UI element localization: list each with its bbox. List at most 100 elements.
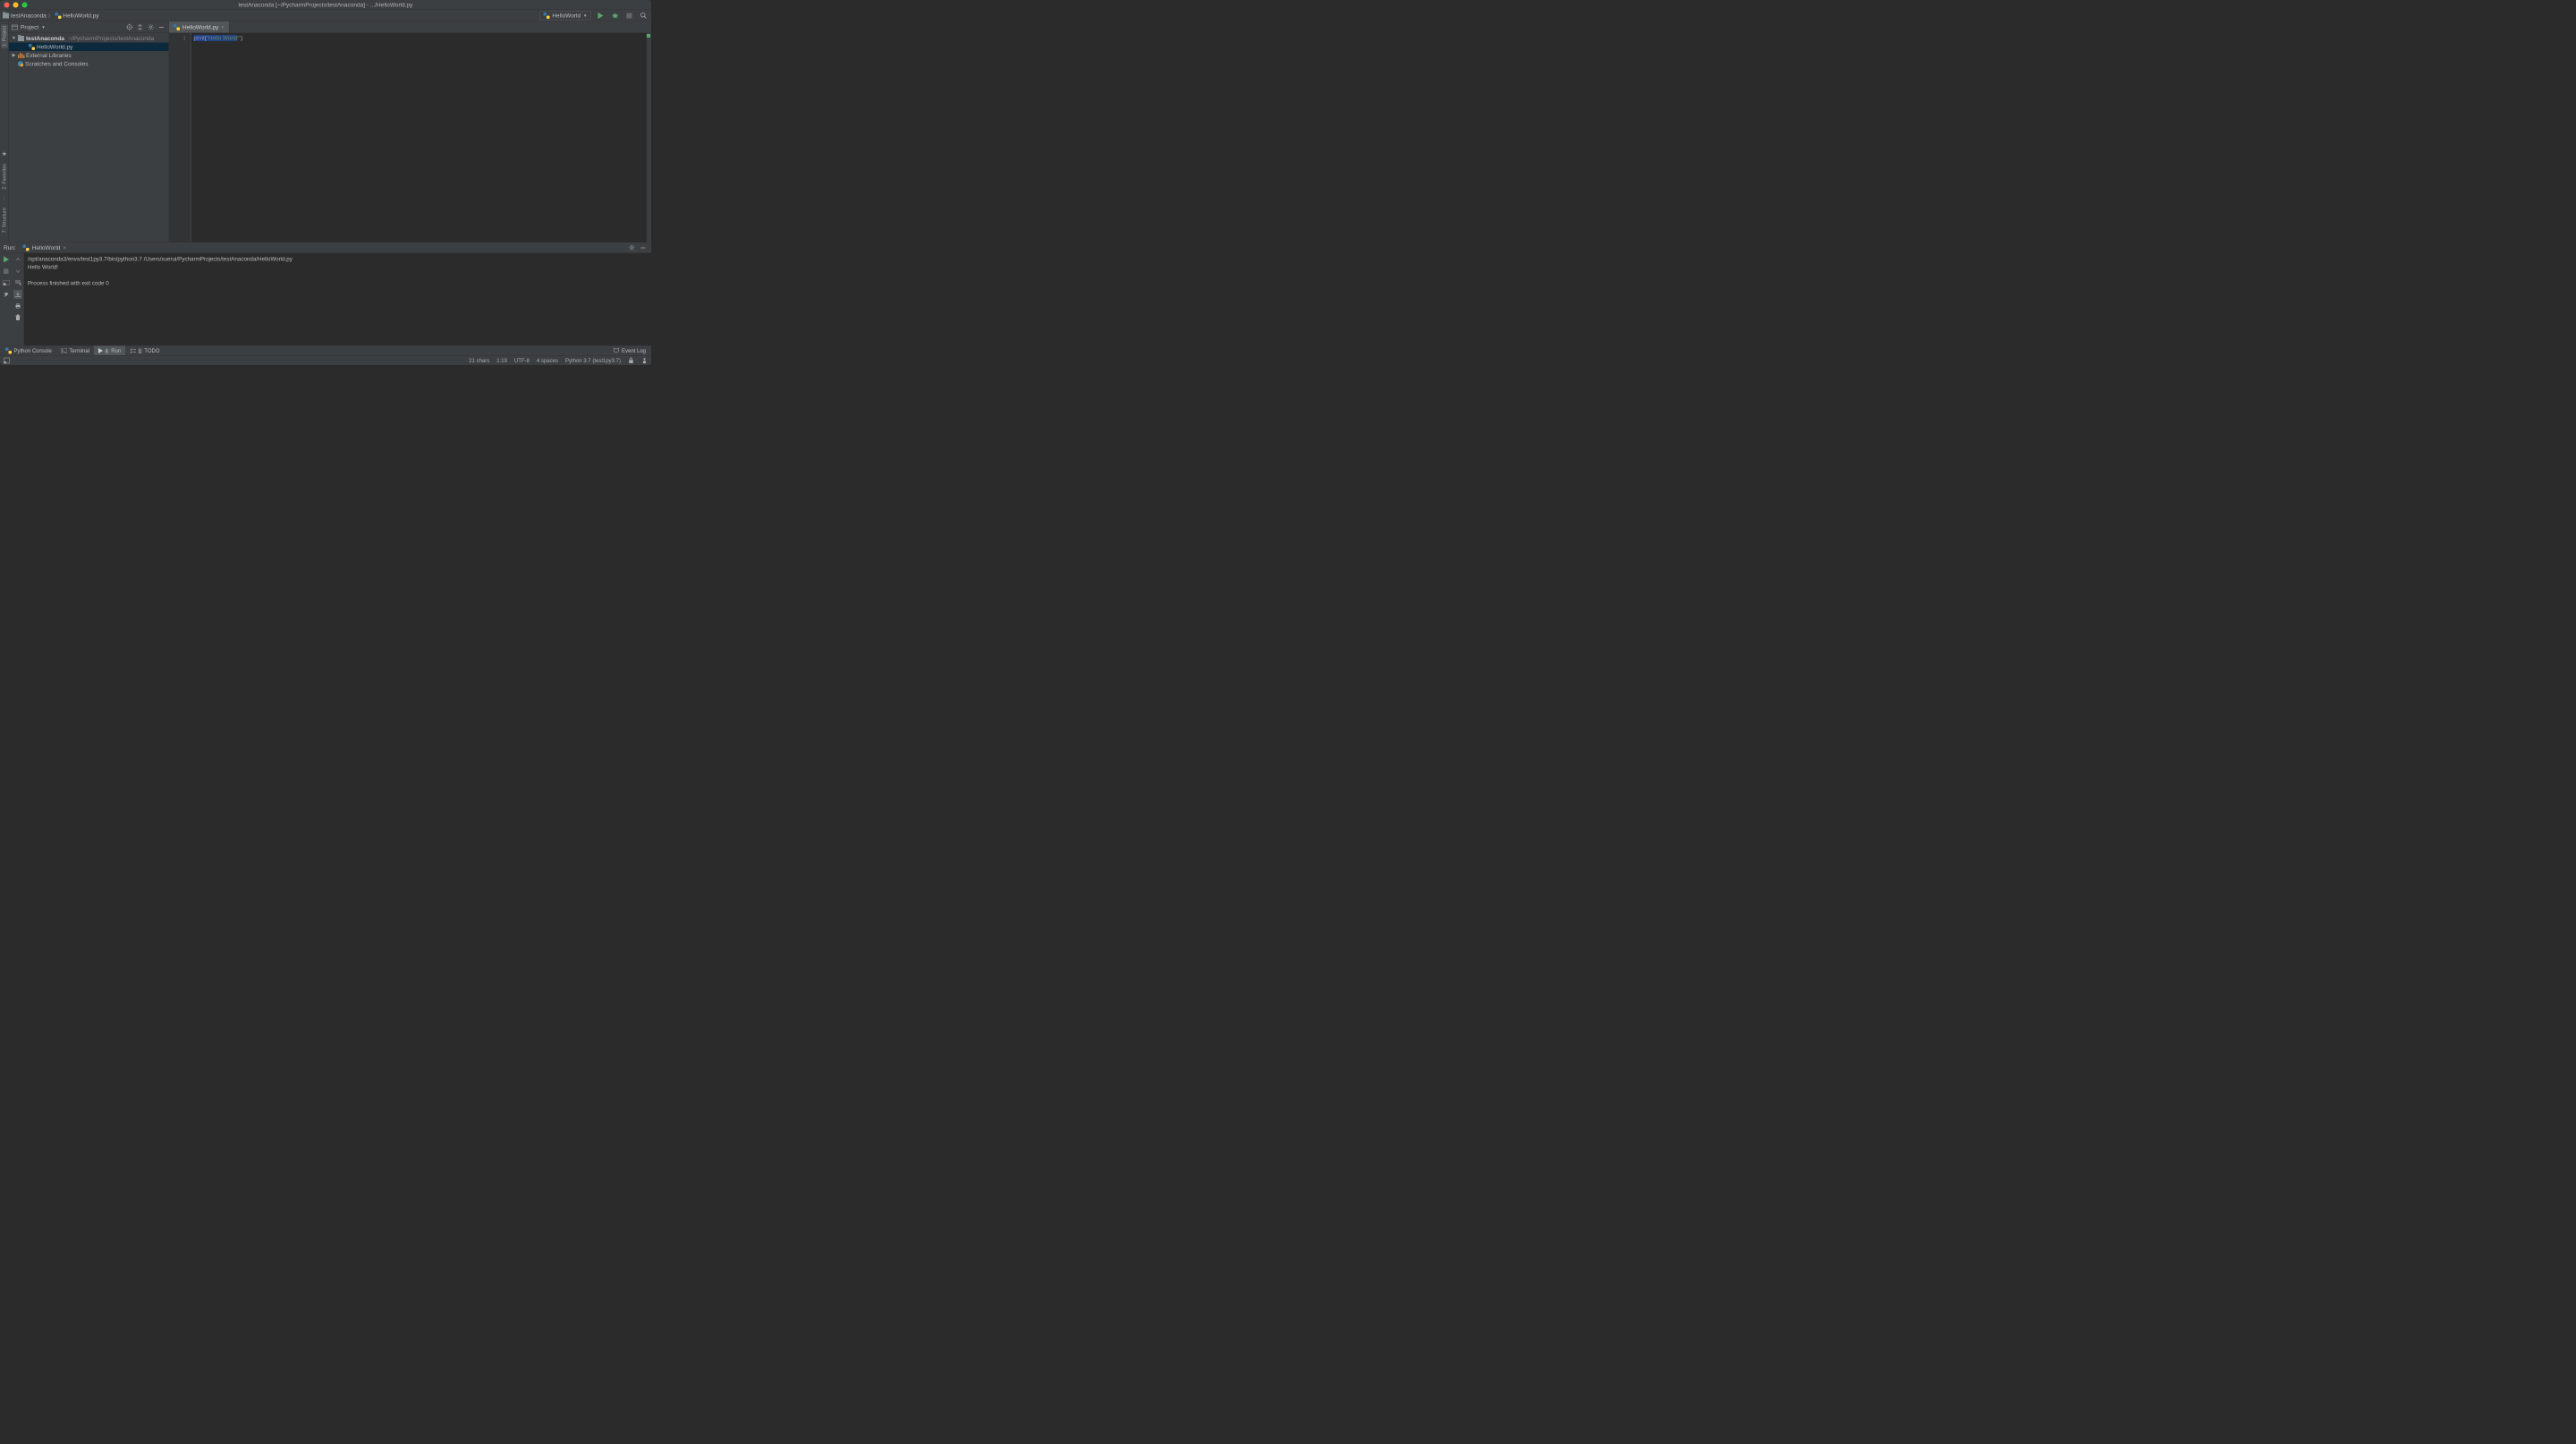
run-settings-button[interactable] [627, 243, 636, 252]
down-stack-button[interactable] [13, 267, 22, 276]
locate-file-button[interactable] [125, 22, 134, 31]
favorites-tool-window-button[interactable]: 2: Favorites [2, 162, 7, 191]
pin-tab-button[interactable] [2, 290, 11, 299]
close-window-button[interactable] [4, 2, 10, 7]
main-area: 1: Project ★ 2: Favorites ⋮ 7: Structure… [0, 21, 651, 242]
output-line-1: /opt/anaconda3/envs/test1py3.7/bin/pytho… [28, 256, 292, 262]
project-root-path: ~/PycharmProjects/testAnaconda [68, 35, 154, 42]
tree-project-root[interactable]: ▼ testAnaconda ~/PycharmProjects/testAna… [9, 34, 169, 43]
traffic-lights [0, 2, 28, 7]
inspection-hector-icon[interactable] [641, 357, 648, 363]
tree-file-helloworld[interactable]: HelloWorld.py [9, 43, 169, 52]
toolbar-right: HelloWorld ▼ [539, 11, 648, 21]
stop-run-button[interactable] [2, 267, 11, 276]
run-gutter-right [13, 253, 25, 345]
status-encoding[interactable]: UTF-8 [514, 357, 530, 363]
tree-file-label: HelloWorld.py [37, 44, 72, 51]
breadcrumb-separator: 〉 [48, 12, 54, 19]
python-file-icon [543, 13, 549, 19]
minimize-window-button[interactable] [13, 2, 19, 7]
hide-panel-button[interactable] [157, 22, 166, 31]
expand-all-button[interactable] [136, 22, 145, 31]
status-cursor-position[interactable]: 1:19 [496, 357, 507, 363]
folder-icon [18, 36, 24, 41]
close-tab-icon[interactable]: × [221, 24, 225, 30]
project-panel-title-group[interactable]: Project ▼ [12, 24, 123, 31]
readonly-lock-icon[interactable] [628, 357, 634, 363]
run-configuration-select[interactable]: HelloWorld ▼ [539, 11, 591, 21]
breadcrumb-file[interactable]: HelloWorld.py [55, 13, 98, 20]
project-panel: Project ▼ ▼ testAnaconda ~/PycharmProjec… [9, 21, 169, 242]
expand-arrow-icon: ▶ [12, 53, 16, 58]
clear-all-button[interactable] [13, 313, 22, 322]
soft-wrap-button[interactable] [13, 278, 22, 287]
close-run-tab-icon[interactable]: × [63, 244, 66, 251]
project-panel-header: Project ▼ [9, 21, 169, 33]
python-file-icon [23, 244, 30, 251]
code-editor[interactable]: print("Hello World!") [191, 33, 648, 242]
project-tool-window-button[interactable]: 1: Project [1, 24, 8, 48]
hide-run-panel-button[interactable] [639, 243, 648, 252]
scroll-to-end-button[interactable] [13, 290, 22, 299]
breadcrumb-file-label: HelloWorld.py [63, 13, 98, 20]
terminal-icon [61, 348, 67, 353]
debug-button[interactable] [610, 11, 620, 21]
up-stack-button[interactable] [13, 255, 22, 264]
titlebar: testAnaconda [~/PycharmProjects/testAnac… [0, 0, 651, 10]
ide-window: testAnaconda [~/PycharmProjects/testAnac… [0, 0, 651, 365]
event-log-label: Event Log [622, 347, 646, 353]
project-root-label: testAnaconda [26, 35, 64, 42]
scratches-icon [18, 61, 23, 66]
rerun-button[interactable] [2, 255, 11, 264]
editor-tab-label: HelloWorld.py [182, 24, 218, 31]
tree-scratches[interactable]: Scratches and Consoles [9, 60, 169, 69]
todo-icon [130, 348, 136, 353]
editor-body[interactable]: 1 print("Hello World!") [169, 33, 651, 242]
run-tool-label: 4: Run [106, 347, 122, 353]
external-libraries-label: External Libraries [26, 52, 72, 59]
breadcrumb-project[interactable]: testAnaconda [3, 13, 47, 20]
terminal-label: Terminal [69, 347, 89, 353]
run-tool-button[interactable]: 4: Run [94, 346, 125, 356]
folder-icon [3, 13, 9, 18]
editor-tabs: HelloWorld.py × [169, 21, 651, 33]
print-button[interactable] [13, 302, 22, 310]
inspection-indicator-icon[interactable] [647, 34, 650, 38]
python-file-icon [55, 13, 61, 19]
status-chars: 21 chars [469, 357, 489, 363]
python-file-icon [5, 347, 12, 353]
editor-right-strip [647, 33, 651, 242]
settings-button[interactable] [147, 22, 156, 31]
search-everywhere-button[interactable] [639, 11, 648, 21]
project-header-actions [125, 22, 166, 31]
event-log-tool-button[interactable]: Event Log [608, 346, 650, 356]
editor-gutter: 1 [169, 33, 191, 242]
structure-tool-window-button[interactable]: 7: Structure [2, 206, 7, 234]
stop-button[interactable] [624, 11, 634, 21]
terminal-tool-button[interactable]: Terminal [56, 346, 94, 356]
restore-layout-button[interactable] [2, 278, 11, 287]
favorites-star-icon: ★ [2, 150, 7, 157]
run-body: /opt/anaconda3/envs/test1py3.7/bin/pytho… [0, 253, 651, 345]
run-panel-header: Run: HelloWorld × [0, 242, 651, 253]
status-interpreter[interactable]: Python 3.7 (test1py3.7) [565, 357, 621, 363]
bottom-tool-bar: Python Console Terminal 4: Run 6: TODO E… [0, 345, 651, 355]
run-panel: Run: HelloWorld × /opt/ana [0, 242, 651, 346]
editor-tab-helloworld[interactable]: HelloWorld.py × [169, 21, 229, 33]
status-indent[interactable]: 4 spaces [537, 357, 558, 363]
output-line-4: Process finished with exit code 0 [28, 280, 109, 286]
expand-arrow-icon: ▼ [12, 36, 16, 41]
editor-area: HelloWorld.py × 1 print("Hello World!") [169, 21, 651, 242]
tree-external-libraries[interactable]: ▶ External Libraries [9, 51, 169, 60]
tool-windows-toggle-icon[interactable] [4, 357, 10, 363]
breadcrumb-project-label: testAnaconda [11, 13, 47, 20]
run-output[interactable]: /opt/anaconda3/envs/test1py3.7/bin/pytho… [24, 253, 651, 345]
navigation-bar: testAnaconda 〉 HelloWorld.py HelloWorld … [0, 10, 651, 21]
play-icon [98, 348, 103, 353]
todo-tool-button[interactable]: 6: TODO [125, 346, 164, 356]
output-line-2: Hello World! [28, 264, 58, 270]
python-console-tool-button[interactable]: Python Console [1, 346, 56, 356]
zoom-window-button[interactable] [22, 2, 28, 7]
status-bar: 21 chars 1:19 UTF-8 4 spaces Python 3.7 … [0, 355, 651, 365]
run-button[interactable] [596, 11, 606, 21]
